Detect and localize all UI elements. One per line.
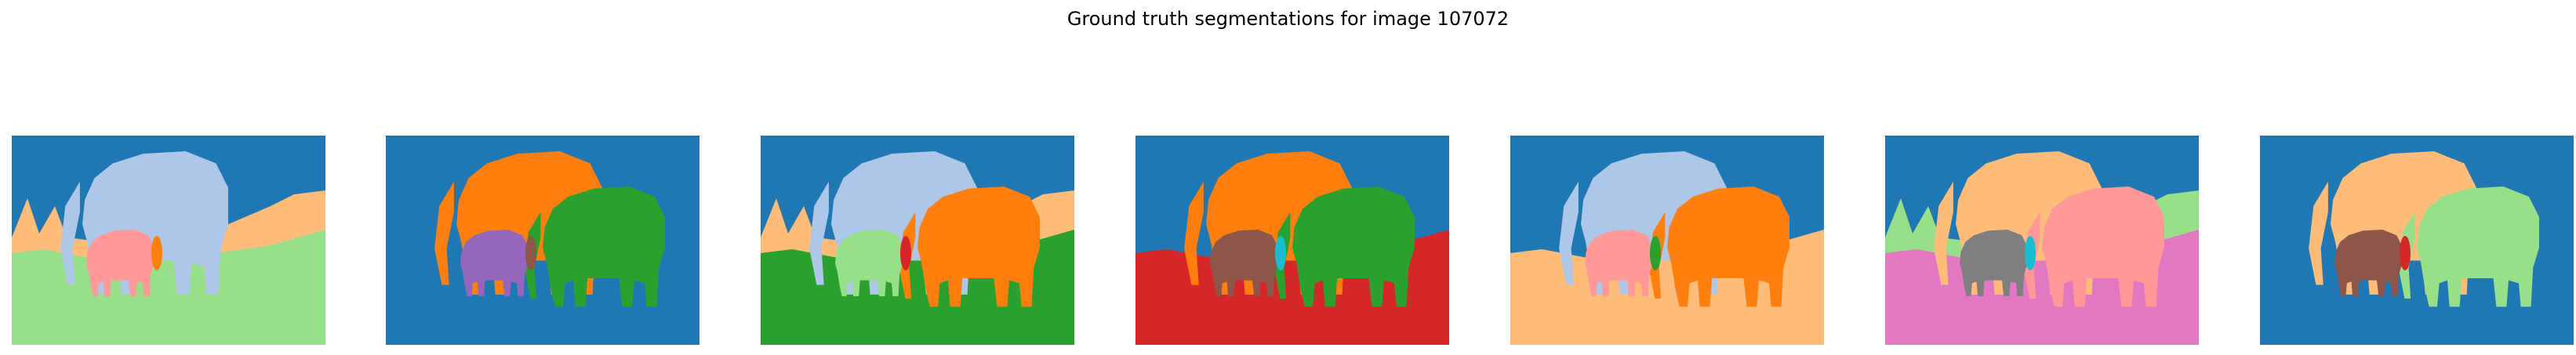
accent-region [1650, 236, 1661, 270]
segmentation-mask [1135, 136, 1449, 345]
accent-region [151, 236, 162, 270]
accent-region [1275, 236, 1286, 270]
accent-region [2025, 236, 2036, 270]
accent-region [525, 236, 536, 270]
accent-region [2400, 236, 2411, 270]
segmentation-panel [1885, 136, 2199, 345]
segmentation-mask [386, 136, 699, 345]
segmentation-panel [1135, 136, 1449, 345]
segmentation-mask [2260, 136, 2574, 345]
figure-title: Ground truth segmentations for image 107… [1066, 8, 1510, 30]
segmentation-mask [12, 136, 325, 345]
segmentation-panel [2260, 136, 2574, 345]
segmentation-panel [761, 136, 1074, 345]
segmentation-mask [1510, 136, 1824, 345]
segmentation-panel [1510, 136, 1824, 345]
segmentation-mask [761, 136, 1074, 345]
accent-region [900, 236, 911, 270]
segmentation-panel [386, 136, 699, 345]
segmentation-mask [1885, 136, 2199, 345]
segmentation-panel [12, 136, 325, 345]
